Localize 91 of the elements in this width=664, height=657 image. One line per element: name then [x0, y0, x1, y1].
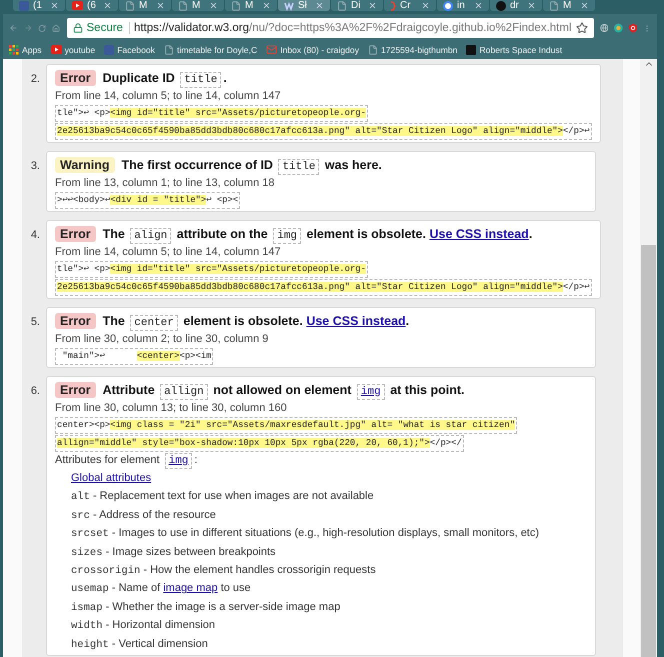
bookmark[interactable]: youtube [50, 44, 96, 54]
close-icon[interactable] [527, 1, 536, 10]
globe-icon[interactable] [600, 21, 608, 35]
logo-icon [284, 0, 294, 10]
attribute-description: sizes - Image sizes between breakpoints [71, 544, 277, 561]
browser-tab[interactable]: Di [331, 0, 383, 11]
browser-tab[interactable]: M [543, 0, 595, 11]
message-title: Attribute allign not allowed on element img at this point. [102, 382, 464, 398]
square-logo-icon [19, 0, 29, 10]
square-logo-icon [104, 44, 114, 54]
extension-icon[interactable] [614, 21, 623, 35]
close-icon[interactable] [315, 1, 324, 10]
message-number: 5. [30, 315, 41, 330]
attribute-description: srcset - Images to use in different situations (e.g., high-resolution displays, small monitors, etc) [71, 526, 540, 542]
message-title: The center element is obsolete. Use CSS instead. [102, 314, 410, 328]
browser-tab[interactable]: M [172, 0, 224, 11]
close-icon[interactable] [103, 1, 112, 10]
browser-tab[interactable]: in [437, 0, 489, 11]
shield-icon[interactable] [628, 21, 637, 35]
help-link[interactable]: Use CSS instead [306, 314, 406, 328]
browser-tab[interactable]: M [119, 0, 171, 11]
attribute-description: alt - Replacement text for use when images are not available [71, 489, 375, 506]
close-icon[interactable] [156, 1, 165, 10]
play-logo-icon [50, 45, 62, 54]
attribute-description: width - Horizontal dimension [71, 618, 216, 634]
address-bar[interactable]: Secure https://validator.w3.org/nu/?doc=https%3A%2F%2Fdraigcoyle.github.io%2Findex.html [66, 18, 594, 38]
attribute-description: ismap - Whether the image is a server-side image map [71, 600, 342, 616]
global-attributes-link[interactable]: Global attributes [71, 472, 152, 484]
element-link[interactable]: img [164, 453, 192, 469]
bookmark[interactable]: Facebook [104, 44, 155, 54]
close-icon[interactable] [421, 1, 430, 10]
square-logo-icon [466, 44, 476, 54]
message-number: 3. [30, 159, 41, 174]
close-icon[interactable] [474, 1, 483, 10]
message-type-badge: Error [55, 382, 96, 398]
message-type-badge: Error [55, 313, 96, 329]
mail-icon [266, 44, 278, 55]
message-type-badge: Error [55, 70, 96, 86]
ring-logo-icon [443, 0, 453, 10]
page-icon [178, 0, 188, 10]
bookmark[interactable]: Roberts Space Indust [466, 44, 562, 54]
message-number: 6. [30, 384, 41, 399]
message-number: 4. [30, 228, 41, 243]
star-icon[interactable] [576, 22, 588, 34]
help-link[interactable]: image map [163, 582, 218, 594]
grid-icon[interactable] [9, 44, 19, 54]
page-icon [368, 44, 378, 54]
location-text: From line 30, column 13; to line 30, column 160 [55, 401, 288, 416]
browser-tab[interactable]: dr [490, 0, 542, 11]
browser-tab[interactable]: M [225, 0, 277, 11]
message-title: The align attribute on the img element is obsolete. Use CSS instead. [102, 226, 532, 242]
page-icon [231, 0, 241, 10]
attributes-heading: Attributes for element img : [55, 454, 198, 469]
page-icon [164, 44, 174, 54]
location-text: From line 13, column 1; to line 13, column 18 [55, 176, 276, 191]
page-icon [549, 0, 559, 10]
close-icon[interactable] [209, 1, 218, 10]
element-link[interactable]: img [356, 384, 385, 400]
location-text: From line 14, column 5; to line 14, column 147 [55, 245, 282, 260]
location-text: From line 14, column 5; to line 14, column 147 [55, 89, 282, 104]
browser-tab[interactable]: (6 [66, 0, 118, 11]
play-logo-icon [72, 1, 83, 10]
close-icon[interactable] [50, 1, 59, 10]
attribute-description: crossorigin - How the element handles crossorigin requests [71, 562, 377, 579]
attribute-description: src - Address of the resource [71, 508, 217, 524]
bookmark[interactable]: 1725594-bigthumbn [368, 44, 458, 54]
close-icon[interactable] [580, 1, 589, 10]
page-icon [125, 0, 135, 10]
lock-icon [72, 23, 82, 33]
close-icon[interactable] [262, 1, 271, 10]
browser-tab[interactable]: (1 [13, 0, 65, 11]
attribute-description: usemap - Name of image map to use [71, 581, 252, 598]
scrollbar-thumb[interactable] [641, 245, 656, 657]
secure-label: Secure [86, 22, 130, 34]
message-title: The first occurrence of ID title was here. [122, 158, 382, 172]
attribute-description: height - Vertical dimension [71, 636, 209, 653]
close-icon[interactable] [368, 1, 377, 10]
browser-tab[interactable]: Sł [278, 0, 330, 11]
page-icon [337, 0, 347, 10]
location-text: From line 30, column 2; to line 30, column 9 [55, 332, 270, 347]
bracket-icon [390, 0, 396, 10]
message-number: 2. [30, 72, 41, 87]
url-text: https://validator.w3.org/nu/?doc=https%3A%2F%2Fdraigcoyle.github.io%2Findex.html [134, 22, 572, 34]
bookmark[interactable]: Inbox (80) - craigdoy [266, 44, 359, 55]
bookmark[interactable]: timetable for Doyle,C [164, 44, 258, 54]
bookmark[interactable]: Apps [9, 44, 42, 54]
browser-tab[interactable]: Cr [384, 0, 436, 11]
message-type-badge: Warning [55, 157, 115, 173]
message-title: Duplicate ID title . [102, 70, 227, 86]
help-link[interactable]: Use CSS instead [429, 226, 529, 240]
message-type-badge: Error [55, 226, 96, 242]
